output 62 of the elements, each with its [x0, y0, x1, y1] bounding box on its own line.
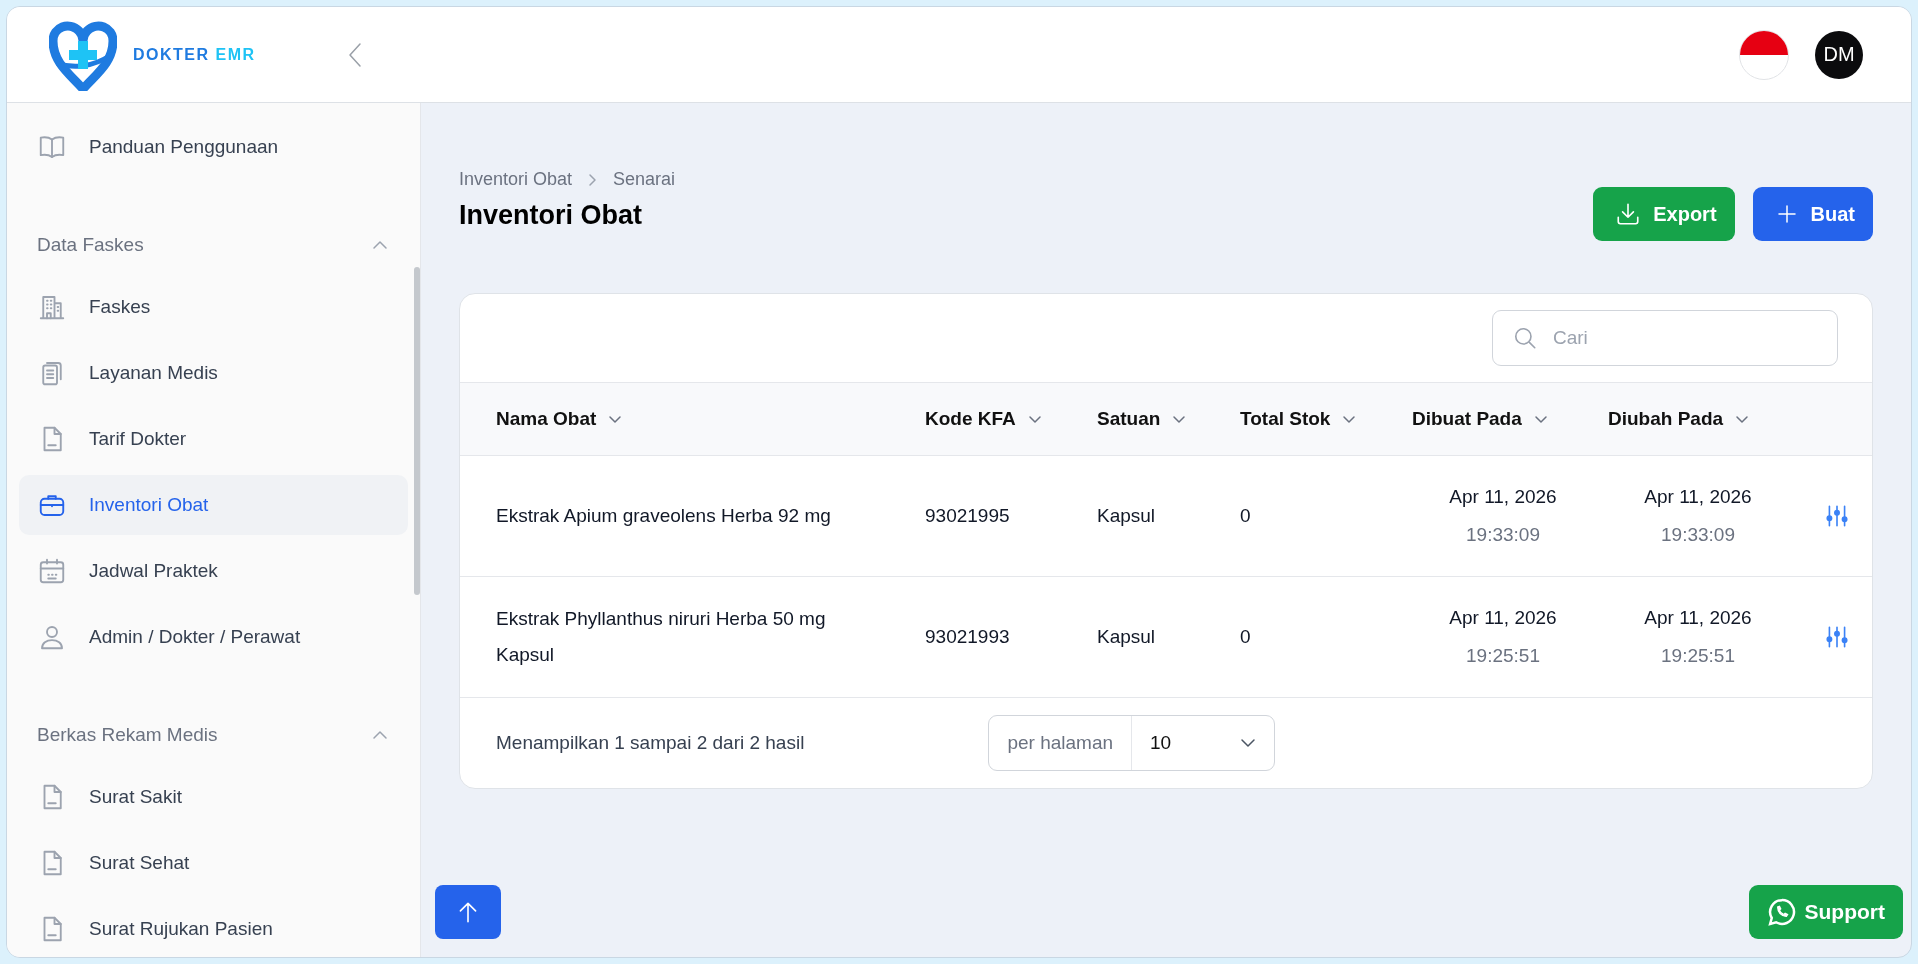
- column-header[interactable]: Nama Obat: [496, 408, 925, 430]
- sidebar-item[interactable]: Inventori Obat: [19, 475, 408, 535]
- chevron-down-icon: [608, 414, 623, 424]
- time-text: 19:25:51: [1660, 644, 1736, 668]
- sidebar-item[interactable]: Panduan Penggunaan: [19, 117, 408, 177]
- scrollbar[interactable]: [414, 267, 420, 595]
- create-button[interactable]: Buat: [1752, 187, 1873, 241]
- time-text: 19:33:09: [1660, 523, 1736, 547]
- table-cell-text: Kapsul: [1097, 505, 1157, 527]
- section-label: Berkas Rekam Medis: [37, 724, 218, 746]
- chevron-down-icon: [1240, 738, 1256, 748]
- table-cell-text: 93021993: [925, 626, 1011, 648]
- sidebar-item[interactable]: Layanan Medis: [19, 343, 408, 403]
- download-icon: [1615, 201, 1642, 227]
- breadcrumb-link[interactable]: Inventori Obat: [459, 169, 573, 190]
- breadcrumb-link[interactable]: Senarai: [613, 169, 676, 190]
- table-cell-text: 0: [1240, 626, 1252, 648]
- chevron-down-icon: [1533, 414, 1548, 424]
- column-header[interactable]: Diubah Pada: [1608, 408, 1802, 430]
- chevron-down-icon: [1172, 414, 1187, 424]
- time-text: 19:25:51: [1465, 644, 1541, 668]
- per-page-label: per halaman: [989, 716, 1132, 770]
- column-header[interactable]: Dibuat Pada: [1412, 408, 1608, 430]
- section-label: Data Faskes: [37, 234, 144, 256]
- calendar-icon: [37, 556, 67, 586]
- column-header[interactable]: Kode KFA: [925, 408, 1097, 430]
- sliders-icon: [1824, 624, 1850, 650]
- search-icon: [1512, 325, 1538, 351]
- table-cell-text: 93021995: [925, 505, 1011, 527]
- sidebar-item[interactable]: Surat Sehat: [19, 833, 408, 893]
- sidebar-item[interactable]: Surat Rujukan Pasien: [19, 899, 408, 957]
- table-cell-text: Kapsul: [1097, 626, 1157, 648]
- date-text: Apr 11, 2026: [1643, 606, 1753, 630]
- search-field[interactable]: Cari: [1492, 310, 1838, 366]
- avatar[interactable]: DM: [1815, 30, 1863, 79]
- sidebar-item[interactable]: Admin / Dokter / Perawat: [19, 607, 408, 667]
- chevron-left-icon: [347, 41, 362, 68]
- date-text: Apr 11, 2026: [1448, 485, 1558, 509]
- chevron-right-icon: [588, 172, 598, 187]
- scroll-top-button[interactable]: [435, 885, 501, 939]
- chevron-down-icon: [1027, 414, 1042, 424]
- chevron-down-icon: [1735, 414, 1750, 424]
- sidebar-item[interactable]: Surat Sakit: [19, 767, 408, 827]
- chat-bubble-icon: [1766, 897, 1797, 927]
- table-cell-text: Ekstrak Apium graveolens Herba 92 mg: [496, 504, 832, 528]
- logo-text: DOKTER EMR: [133, 45, 256, 64]
- sidebar-item[interactable]: Tarif Dokter: [19, 409, 408, 469]
- table-cell-text: Ekstrak Phyllanthus niruri Herba 50 mg Kapsul: [496, 607, 827, 667]
- column-header[interactable]: Satuan: [1097, 408, 1240, 430]
- sidebar-item[interactable]: Faskes: [19, 277, 408, 337]
- sidebar-item[interactable]: Jadwal Praktek: [19, 541, 408, 601]
- page-title: Inventori Obat: [459, 200, 643, 231]
- chevron-down-icon: [1342, 414, 1357, 424]
- column-header[interactable]: Total Stok: [1240, 408, 1412, 430]
- sliders-icon: [1824, 503, 1850, 529]
- date-text: Apr 11, 2026: [1643, 485, 1753, 509]
- per-page-select[interactable]: per halaman 10: [988, 715, 1275, 771]
- results-summary: Menampilkan 1 sampai 2 dari 2 hasil: [496, 732, 805, 754]
- flag-icon[interactable]: [1739, 29, 1789, 80]
- date-text: Apr 11, 2026: [1448, 606, 1558, 630]
- time-text: 19:33:09: [1465, 523, 1541, 547]
- table-cell-text: 0: [1240, 505, 1252, 527]
